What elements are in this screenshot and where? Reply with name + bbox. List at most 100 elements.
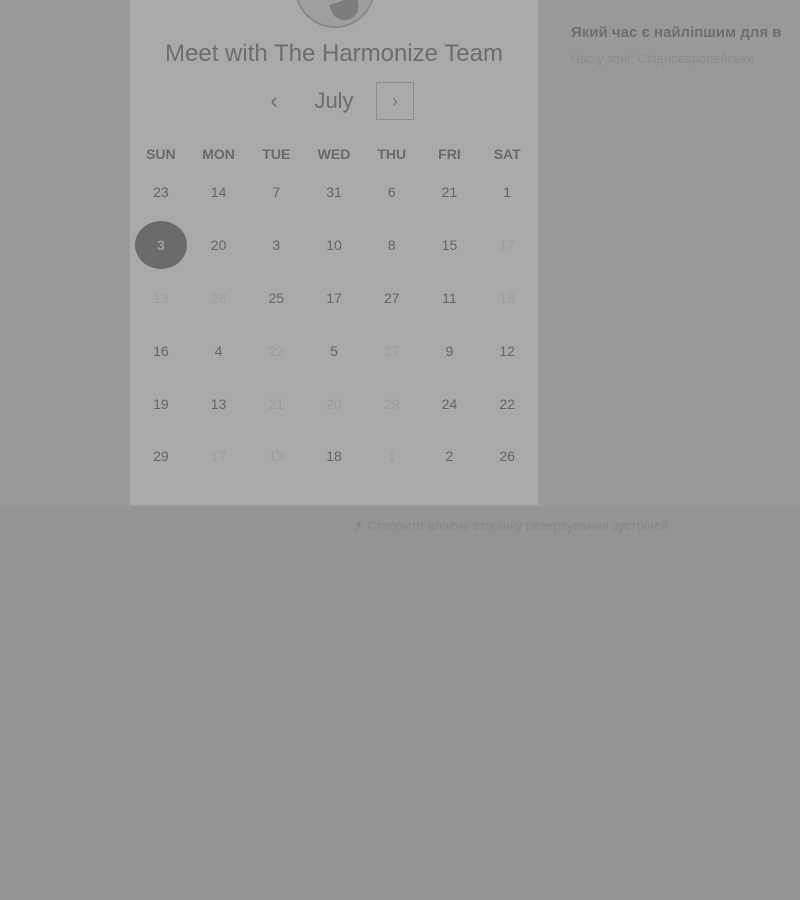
calendar-day[interactable]: 3 xyxy=(247,219,305,272)
calendar-day-number: 20 xyxy=(326,395,342,412)
calendar-day-number: 3 xyxy=(134,221,187,270)
calendar-day[interactable]: 2 xyxy=(421,430,479,483)
weekday-label: FRI xyxy=(438,146,461,162)
calendar-day-number: 22 xyxy=(499,395,515,412)
calendar-day-number: 24 xyxy=(441,395,458,412)
calendar-day-number: 20 xyxy=(210,237,227,254)
calendar-day[interactable]: 8 xyxy=(363,219,421,272)
calendar-day-number: 1 xyxy=(503,184,512,201)
calendar-day-selected[interactable]: 3 xyxy=(132,219,190,272)
calendar-day: 29 xyxy=(363,377,421,430)
calendar-day[interactable]: 15 xyxy=(421,219,479,272)
calendar-day[interactable]: 27 xyxy=(363,272,421,325)
calendar-day[interactable]: 14 xyxy=(190,166,248,219)
calendar-day: 13 xyxy=(132,272,190,325)
calendar-day[interactable]: 18 xyxy=(305,430,363,483)
create-booking-page-label: Створити власну сторінку резервування зу… xyxy=(367,518,669,533)
calendar-day[interactable]: 12 xyxy=(478,324,536,377)
calendar-day-number: 13 xyxy=(210,395,227,412)
create-booking-page-link[interactable]: ⚡ Створити власну сторінку резервування з… xyxy=(354,518,668,534)
chevron-left-icon[interactable]: ‹ xyxy=(262,89,286,113)
calendar-day[interactable]: 29 xyxy=(132,430,190,483)
calendar-day-number: 25 xyxy=(268,289,285,306)
chevron-right-icon[interactable]: › xyxy=(376,82,414,120)
time-slot[interactable] xyxy=(700,154,780,178)
calendar-day[interactable]: 23 xyxy=(132,166,190,219)
calendar-week-row: 23 14 7 31 6 21 1 xyxy=(132,166,536,219)
time-question-heading: Який час є найліпшим для в xyxy=(571,24,782,41)
calendar-day-number: 4 xyxy=(214,342,223,359)
weekday-label: WED xyxy=(317,146,351,162)
calendar-day[interactable]: 6 xyxy=(363,166,421,219)
calendar-day[interactable]: 31 xyxy=(305,166,363,219)
calendar-day[interactable]: 17 xyxy=(305,272,363,325)
time-slot[interactable] xyxy=(700,378,780,402)
calendar-day[interactable]: 13 xyxy=(190,377,248,430)
calendar-day[interactable]: 25 xyxy=(247,272,305,325)
calendar-day-number: 22 xyxy=(268,342,285,359)
weekday-label: TUE xyxy=(262,146,291,162)
calendar-day-number: 21 xyxy=(441,184,458,201)
calendar-day-number: 23 xyxy=(153,184,169,201)
month-label: July xyxy=(314,88,354,113)
calendar-day[interactable]: 5 xyxy=(305,324,363,377)
calendar-day[interactable]: 1 xyxy=(478,166,536,219)
calendar-day[interactable]: 24 xyxy=(421,377,479,430)
page-title: Meet with The Harmonize Team xyxy=(165,40,503,67)
calendar-day-number: 13 xyxy=(268,448,285,465)
calendar-day-number: 12 xyxy=(499,342,515,359)
calendar-day: 1 xyxy=(363,430,421,483)
calendar-day-number: 29 xyxy=(383,395,400,412)
calendar-day[interactable]: 7 xyxy=(247,166,305,219)
calendar-day-number: 17 xyxy=(326,289,342,306)
avatar-logo xyxy=(329,0,363,25)
calendar-day[interactable]: 19 xyxy=(132,377,190,430)
time-slot[interactable] xyxy=(700,434,780,458)
time-slot[interactable] xyxy=(700,266,780,290)
calendar-day: 17 xyxy=(190,430,248,483)
calendar-day-number: 6 xyxy=(387,184,396,201)
calendar-week-row: 16 4 22 5 27 9 12 xyxy=(132,324,536,377)
calendar-day-number: 17 xyxy=(210,448,227,465)
weekday-label: THU xyxy=(377,146,407,162)
lightning-icon: ⚡ xyxy=(354,518,364,533)
calendar-day-number: 8 xyxy=(387,237,396,254)
calendar-day-number: 9 xyxy=(445,342,454,359)
calendar-day: 28 xyxy=(190,272,248,325)
calendar-day-number: 18 xyxy=(499,289,515,306)
calendar-day-number: 7 xyxy=(272,184,281,201)
calendar-day-number: 18 xyxy=(326,448,342,465)
calendar-day[interactable]: 20 xyxy=(190,219,248,272)
calendar-day-number: 2 xyxy=(445,448,454,465)
calendar-day-number: 16 xyxy=(153,342,169,359)
calendar-day: 18 xyxy=(478,272,536,325)
calendar-day-number: 28 xyxy=(210,289,227,306)
calendar-day-number: 14 xyxy=(210,184,227,201)
calendar-day-number: 21 xyxy=(268,395,285,412)
calendar-week-row: 3 20 3 10 8 15 17 xyxy=(132,219,536,272)
calendar-day-number: 5 xyxy=(330,342,338,359)
calendar-day-number: 26 xyxy=(499,448,515,465)
month-navigation: ‹ July › xyxy=(130,82,538,122)
time-slot[interactable] xyxy=(700,322,780,346)
calendar-day[interactable]: 22 xyxy=(478,377,536,430)
timezone-label: Час у зоні: Східноєвропейськи xyxy=(571,51,754,66)
calendar-day-number: 27 xyxy=(383,342,400,359)
calendar-day[interactable]: 4 xyxy=(190,324,248,377)
calendar-day: 17 xyxy=(478,219,536,272)
calendar-day: 27 xyxy=(363,324,421,377)
calendar-day[interactable]: 9 xyxy=(421,324,479,377)
time-slot[interactable] xyxy=(700,210,780,234)
calendar-grid: 23 14 7 31 6 21 1 3 20 3 10 8 15 17 13 28 25 17 27 11 18 16 4 2… xyxy=(132,166,536,483)
calendar-day-number: 19 xyxy=(153,395,169,412)
calendar-week-row: 29 17 13 18 1 2 26 xyxy=(132,430,536,483)
calendar-day[interactable]: 16 xyxy=(132,324,190,377)
calendar-day-number: 17 xyxy=(499,237,515,254)
calendar-day[interactable]: 11 xyxy=(421,272,479,325)
calendar-day[interactable]: 10 xyxy=(305,219,363,272)
time-slot[interactable] xyxy=(700,98,780,122)
calendar-day-number: 27 xyxy=(383,289,400,306)
calendar-day-number: 29 xyxy=(153,448,169,465)
calendar-day[interactable]: 26 xyxy=(478,430,536,483)
calendar-day[interactable]: 21 xyxy=(421,166,479,219)
